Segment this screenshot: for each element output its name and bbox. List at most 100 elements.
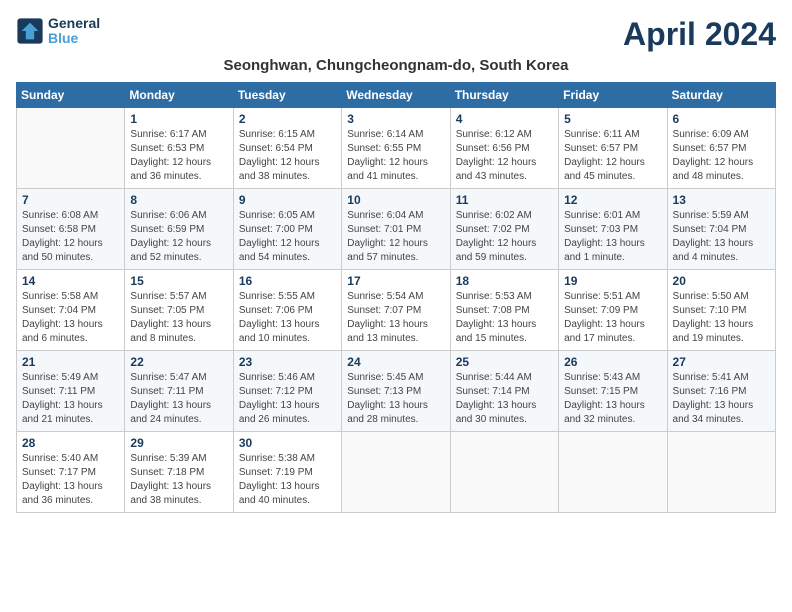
day-number: 16 [239,274,336,288]
day-number: 26 [564,355,661,369]
calendar-cell: 5 Sunrise: 6:11 AM Sunset: 6:57 PM Daylig… [559,108,667,189]
calendar-week-row: 21Sunrise: 5:49 AM Sunset: 7:11 PM Dayli… [17,351,776,432]
calendar-cell: 19 Sunrise: 5:51 AM Sunset: 7:09 PM Dayli… [559,270,667,351]
day-content: Sunrise: 5:57 AM Sunset: 7:05 PM Dayligh… [130,290,227,346]
location-subtitle: Seonghwan, Chungcheongnam-do, South Kore… [16,57,776,74]
calendar-cell: 14 Sunrise: 5:58 AM Sunset: 7:04 PM Dayli… [17,270,125,351]
calendar-day-header: Saturday [667,83,775,108]
day-number: 4 [456,112,553,126]
day-number: 29 [130,436,227,450]
calendar-cell: 1Sunrise: 6:17 AM Sunset: 6:53 PM Daylig… [125,108,233,189]
calendar-week-row: 7 Sunrise: 6:08 AM Sunset: 6:58 PM Daylig… [17,189,776,270]
day-number: 15 [130,274,227,288]
calendar-cell [450,432,558,513]
day-content: Sunrise: 5:43 AM Sunset: 7:15 PM Dayligh… [564,371,661,427]
day-number: 18 [456,274,553,288]
calendar-day-header: Monday [125,83,233,108]
day-content: Sunrise: 6:15 AM Sunset: 6:54 PM Dayligh… [239,128,336,184]
calendar-week-row: 28Sunrise: 5:40 AM Sunset: 7:17 PM Dayli… [17,432,776,513]
calendar-cell: 16 Sunrise: 5:55 AM Sunset: 7:06 PM Dayli… [233,270,341,351]
calendar-cell: 9Sunrise: 6:05 AM Sunset: 7:00 PM Daylig… [233,189,341,270]
logo: General Blue [16,16,100,47]
day-content: Sunrise: 6:17 AM Sunset: 6:53 PM Dayligh… [130,128,227,184]
logo-text: General Blue [48,16,100,47]
day-number: 30 [239,436,336,450]
calendar-cell: 20 Sunrise: 5:50 AM Sunset: 7:10 PM Dayli… [667,270,775,351]
day-content: Sunrise: 5:38 AM Sunset: 7:19 PM Dayligh… [239,452,336,508]
calendar-day-header: Friday [559,83,667,108]
day-content: Sunrise: 6:12 AM Sunset: 6:56 PM Dayligh… [456,128,553,184]
day-number: 8 [130,193,227,207]
day-number: 22 [130,355,227,369]
calendar-cell: 29 Sunrise: 5:39 AM Sunset: 7:18 PM Dayli… [125,432,233,513]
calendar-cell: 28Sunrise: 5:40 AM Sunset: 7:17 PM Dayli… [17,432,125,513]
day-content: Sunrise: 6:02 AM Sunset: 7:02 PM Dayligh… [456,209,553,265]
day-content: Sunrise: 5:44 AM Sunset: 7:14 PM Dayligh… [456,371,553,427]
day-content: Sunrise: 5:58 AM Sunset: 7:04 PM Dayligh… [22,290,119,346]
day-number: 23 [239,355,336,369]
calendar-cell: 17Sunrise: 5:54 AM Sunset: 7:07 PM Dayli… [342,270,450,351]
day-number: 3 [347,112,444,126]
calendar-day-header: Thursday [450,83,558,108]
day-content: Sunrise: 6:14 AM Sunset: 6:55 PM Dayligh… [347,128,444,184]
day-number: 7 [22,193,119,207]
day-content: Sunrise: 5:41 AM Sunset: 7:16 PM Dayligh… [673,371,770,427]
calendar-cell: 15 Sunrise: 5:57 AM Sunset: 7:05 PM Dayli… [125,270,233,351]
calendar-cell: 10 Sunrise: 6:04 AM Sunset: 7:01 PM Dayli… [342,189,450,270]
calendar-cell: 24Sunrise: 5:45 AM Sunset: 7:13 PM Dayli… [342,351,450,432]
day-number: 20 [673,274,770,288]
day-content: Sunrise: 6:08 AM Sunset: 6:58 PM Dayligh… [22,209,119,265]
day-number: 25 [456,355,553,369]
day-number: 6 [673,112,770,126]
calendar-cell: 2 Sunrise: 6:15 AM Sunset: 6:54 PM Daylig… [233,108,341,189]
calendar-cell: 18 Sunrise: 5:53 AM Sunset: 7:08 PM Dayli… [450,270,558,351]
day-content: Sunrise: 6:01 AM Sunset: 7:03 PM Dayligh… [564,209,661,265]
day-number: 19 [564,274,661,288]
calendar-table: SundayMondayTuesdayWednesdayThursdayFrid… [16,82,776,513]
page-header: General Blue April 2024 [16,16,776,53]
calendar-cell [559,432,667,513]
calendar-cell [17,108,125,189]
day-number: 17 [347,274,444,288]
calendar-cell [342,432,450,513]
day-content: Sunrise: 5:55 AM Sunset: 7:06 PM Dayligh… [239,290,336,346]
day-content: Sunrise: 5:53 AM Sunset: 7:08 PM Dayligh… [456,290,553,346]
calendar-cell: 25 Sunrise: 5:44 AM Sunset: 7:14 PM Dayli… [450,351,558,432]
day-content: Sunrise: 6:04 AM Sunset: 7:01 PM Dayligh… [347,209,444,265]
calendar-cell: 6 Sunrise: 6:09 AM Sunset: 6:57 PM Daylig… [667,108,775,189]
calendar-cell: 8 Sunrise: 6:06 AM Sunset: 6:59 PM Daylig… [125,189,233,270]
calendar-cell [667,432,775,513]
calendar-cell: 7 Sunrise: 6:08 AM Sunset: 6:58 PM Daylig… [17,189,125,270]
calendar-cell: 11 Sunrise: 6:02 AM Sunset: 7:02 PM Dayli… [450,189,558,270]
calendar-cell: 21Sunrise: 5:49 AM Sunset: 7:11 PM Dayli… [17,351,125,432]
calendar-cell: 13Sunrise: 5:59 AM Sunset: 7:04 PM Dayli… [667,189,775,270]
day-number: 9 [239,193,336,207]
calendar-week-row: 1Sunrise: 6:17 AM Sunset: 6:53 PM Daylig… [17,108,776,189]
day-number: 5 [564,112,661,126]
title-block: April 2024 [623,16,776,53]
calendar-day-header: Tuesday [233,83,341,108]
day-content: Sunrise: 5:47 AM Sunset: 7:11 PM Dayligh… [130,371,227,427]
day-content: Sunrise: 6:06 AM Sunset: 6:59 PM Dayligh… [130,209,227,265]
calendar-cell: 27Sunrise: 5:41 AM Sunset: 7:16 PM Dayli… [667,351,775,432]
calendar-cell: 23 Sunrise: 5:46 AM Sunset: 7:12 PM Dayli… [233,351,341,432]
day-number: 14 [22,274,119,288]
day-content: Sunrise: 5:46 AM Sunset: 7:12 PM Dayligh… [239,371,336,427]
month-title: April 2024 [623,16,776,53]
day-number: 24 [347,355,444,369]
day-number: 10 [347,193,444,207]
day-content: Sunrise: 5:39 AM Sunset: 7:18 PM Dayligh… [130,452,227,508]
day-content: Sunrise: 5:51 AM Sunset: 7:09 PM Dayligh… [564,290,661,346]
calendar-header-row: SundayMondayTuesdayWednesdayThursdayFrid… [17,83,776,108]
calendar-cell: 12 Sunrise: 6:01 AM Sunset: 7:03 PM Dayli… [559,189,667,270]
day-content: Sunrise: 5:50 AM Sunset: 7:10 PM Dayligh… [673,290,770,346]
day-number: 11 [456,193,553,207]
calendar-cell: 22 Sunrise: 5:47 AM Sunset: 7:11 PM Dayli… [125,351,233,432]
day-number: 2 [239,112,336,126]
day-number: 28 [22,436,119,450]
day-number: 13 [673,193,770,207]
day-content: Sunrise: 6:09 AM Sunset: 6:57 PM Dayligh… [673,128,770,184]
day-number: 12 [564,193,661,207]
day-content: Sunrise: 6:11 AM Sunset: 6:57 PM Dayligh… [564,128,661,184]
calendar-day-header: Sunday [17,83,125,108]
